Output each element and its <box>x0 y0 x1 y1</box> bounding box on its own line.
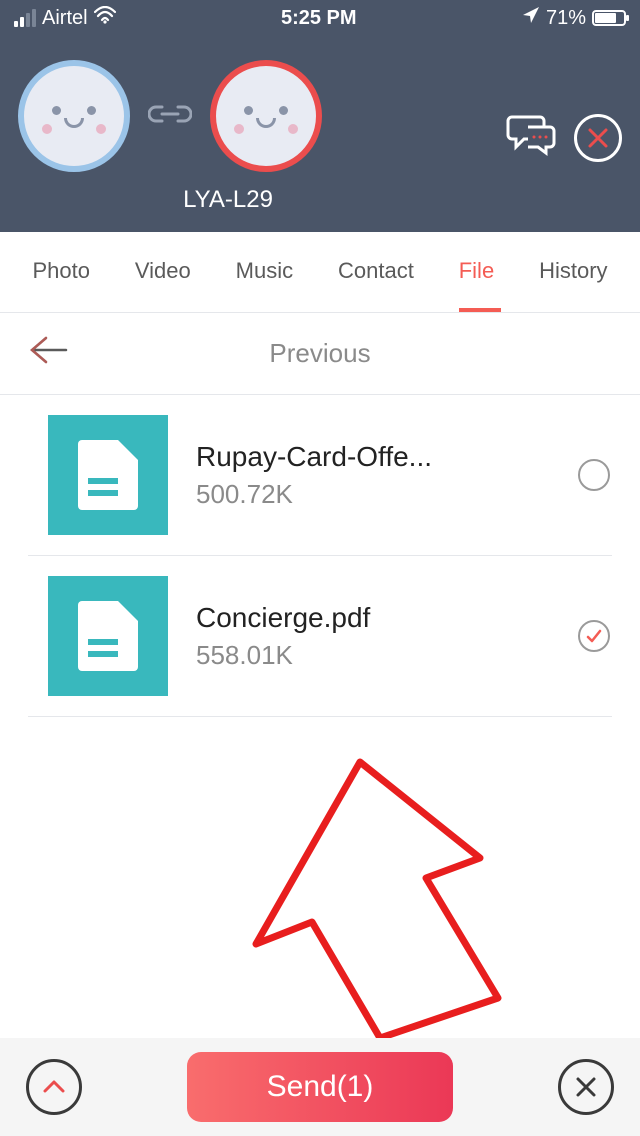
tab-video[interactable]: Video <box>135 258 191 298</box>
tab-history[interactable]: History <box>539 258 607 298</box>
status-time: 5:25 PM <box>281 7 357 30</box>
carrier-label: Airtel <box>42 7 88 30</box>
wifi-icon <box>94 6 116 30</box>
category-tabs: Photo Video Music Contact File History <box>0 232 640 313</box>
cancel-button[interactable] <box>558 1059 614 1115</box>
file-list: Rupay-Card-Offe... 500.72K Concierge.pdf… <box>0 395 640 717</box>
annotation-arrow <box>200 750 510 1040</box>
expand-button[interactable] <box>26 1059 82 1115</box>
file-name: Concierge.pdf <box>196 602 550 634</box>
tab-photo[interactable]: Photo <box>32 258 90 298</box>
document-icon <box>48 576 168 696</box>
battery-pct: 71% <box>546 7 586 30</box>
send-button[interactable]: Send(1) <box>187 1052 454 1122</box>
file-name: Rupay-Card-Offe... <box>196 441 550 473</box>
close-button[interactable] <box>574 114 622 162</box>
document-icon <box>48 415 168 535</box>
tab-contact[interactable]: Contact <box>338 258 414 298</box>
device-name: LYA-L29 <box>128 186 328 214</box>
file-checkbox[interactable] <box>578 620 610 652</box>
status-bar: Airtel 5:25 PM 71% <box>0 0 640 36</box>
connection-header: LYA-L29 <box>0 36 640 232</box>
tab-music[interactable]: Music <box>236 258 293 298</box>
link-icon <box>148 103 192 130</box>
status-left: Airtel <box>14 6 116 30</box>
bottom-bar: Send(1) <box>0 1038 640 1136</box>
previous-label: Previous <box>28 338 612 369</box>
file-row[interactable]: Concierge.pdf 558.01K <box>28 556 612 717</box>
battery-icon <box>592 10 626 26</box>
folder-nav-row[interactable]: Previous <box>0 313 640 395</box>
tab-file[interactable]: File <box>459 258 494 298</box>
chat-icon[interactable] <box>506 113 558 162</box>
avatar-peer[interactable] <box>210 60 322 172</box>
location-icon <box>522 6 540 30</box>
avatar-self[interactable] <box>18 60 130 172</box>
signal-icon <box>14 9 36 27</box>
status-right: 71% <box>522 6 626 30</box>
file-row[interactable]: Rupay-Card-Offe... 500.72K <box>28 395 612 556</box>
file-size: 558.01K <box>196 640 550 671</box>
file-checkbox[interactable] <box>578 459 610 491</box>
file-size: 500.72K <box>196 479 550 510</box>
